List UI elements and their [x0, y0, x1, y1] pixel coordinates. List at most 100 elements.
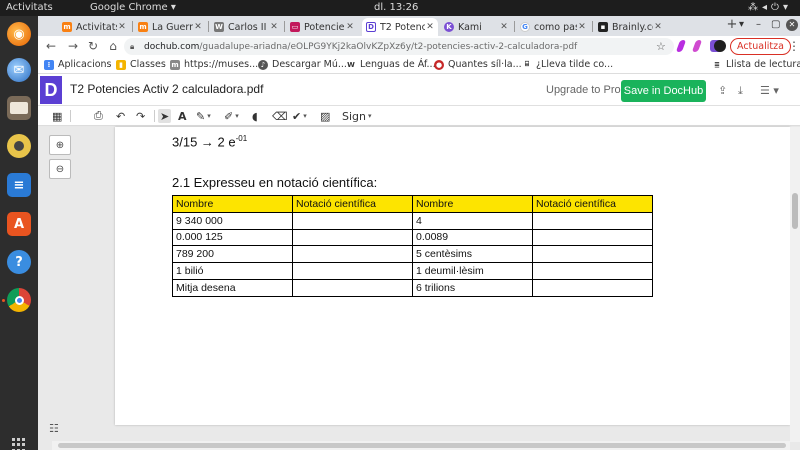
eraser-icon[interactable]: ⌫ [272, 109, 288, 123]
close-icon[interactable]: ✕ [577, 22, 587, 32]
save-in-dochub-button[interactable]: Save in DocHub [621, 80, 706, 102]
files-icon[interactable] [7, 96, 31, 120]
bookmark-item[interactable]: ⌸ ¿Lleva tilde co... [522, 59, 613, 70]
new-tab-button[interactable]: + [725, 18, 739, 32]
checkmark-icon[interactable]: ✔ ▾ [292, 109, 307, 123]
more-menu-icon[interactable]: ⋮ [788, 39, 800, 53]
lock-icon[interactable]: 🔒︎ [130, 42, 140, 52]
pencil-extension-icon[interactable] [691, 40, 703, 52]
tab[interactable]: ▭ Potencies ✕ [286, 18, 358, 36]
bookmark-item[interactable]: ● Quantes síl·la... [434, 59, 522, 70]
pen-extension-icon[interactable] [675, 40, 687, 52]
dochub-header: D T2 Potencies Activ 2 calculadora.pdf U… [38, 74, 800, 106]
tab-separator [284, 21, 285, 32]
tab-search-icon[interactable]: ▾ [739, 19, 744, 30]
bookmark-item[interactable]: m https://muses.... [170, 59, 261, 70]
sign-menu[interactable]: Sign ▾ [342, 109, 372, 123]
document-title[interactable]: T2 Potencies Activ 2 calculadora.pdf [70, 82, 263, 96]
profile-avatar-icon[interactable] [714, 40, 726, 52]
answer-cell[interactable] [292, 211, 413, 230]
highlighter-icon[interactable]: ✎ ▾ [196, 109, 211, 123]
close-icon[interactable]: ✕ [653, 22, 663, 32]
tab[interactable]: ▪ Brainly.co ✕ [594, 18, 666, 36]
apps-grid-icon: ⁞ [44, 59, 54, 70]
bookmark-item[interactable]: ⁞ Aplicacions [44, 59, 112, 70]
home-icon[interactable]: ⌂ [106, 39, 120, 53]
reload-icon[interactable]: ↻ [86, 39, 100, 53]
chat-icon[interactable]: ☷ [49, 422, 59, 435]
share-icon[interactable]: ⇪ [718, 84, 727, 97]
horizontal-scrollbar[interactable] [52, 441, 790, 450]
minimize-icon[interactable]: – [756, 19, 761, 30]
column-header: Notació científica [292, 195, 413, 213]
close-icon[interactable]: ✕ [193, 22, 203, 32]
system-tray[interactable]: ⁂◂⏻▾ [748, 2, 792, 13]
scrollbar-thumb[interactable] [58, 443, 786, 448]
dochub-logo[interactable]: D [40, 76, 62, 104]
upgrade-link[interactable]: Upgrade to Pro [546, 84, 621, 96]
help-icon[interactable]: ? [7, 250, 31, 274]
writer-icon[interactable]: ≡ [7, 173, 31, 197]
maximize-icon[interactable]: ▢ [771, 19, 780, 30]
answer-cell[interactable] [532, 245, 653, 264]
tab[interactable]: G como pas ✕ [516, 18, 590, 36]
bookmark-item[interactable]: ♪ Descargar Mú... [258, 59, 347, 70]
zoom-out-icon[interactable]: ⊖ [49, 159, 71, 179]
answer-cell[interactable] [292, 278, 413, 297]
answer-cell[interactable] [532, 228, 653, 247]
answer-cell[interactable] [532, 278, 653, 297]
clock[interactable]: dl. 13:26 [374, 2, 418, 13]
answer-cell[interactable] [292, 245, 413, 264]
bookmark-item[interactable]: W Lenguas de Áf... [346, 59, 436, 70]
reading-list[interactable]: ≣ Llista de lectura [712, 59, 800, 70]
chrome-icon[interactable] [7, 288, 31, 312]
bookmark-item[interactable]: ▮ Classes [116, 59, 166, 70]
tab-separator [132, 21, 133, 32]
pages-grid-icon[interactable]: ▦ [52, 109, 62, 123]
tab[interactable]: m Activitats ✕ [58, 18, 130, 36]
download-icon[interactable]: ⤓ [738, 84, 743, 98]
software-center-icon[interactable]: A [7, 212, 31, 236]
update-button[interactable]: Actualitza [730, 38, 791, 55]
close-icon[interactable]: ✕ [117, 22, 127, 32]
close-icon[interactable]: ✕ [425, 22, 435, 32]
menu-icon[interactable]: ☰ ▾ [760, 84, 779, 97]
close-icon[interactable]: ✕ [499, 22, 509, 32]
activities-button[interactable]: Activitats [6, 2, 53, 13]
vertical-scrollbar[interactable] [790, 127, 800, 442]
select-cursor-icon[interactable]: ➤ [158, 109, 172, 123]
answer-cell[interactable] [292, 228, 413, 247]
shape-tool-icon[interactable]: ◖ [252, 109, 258, 123]
zoom-in-icon[interactable]: ⊕ [49, 135, 71, 155]
address-bar[interactable]: 🔒︎ dochub.com/guadalupe-ariadna/eOLPG9YK… [124, 38, 674, 55]
redo-icon[interactable]: ↷ [136, 109, 145, 123]
close-window-icon[interactable]: ✕ [786, 19, 798, 31]
tab[interactable]: m La Guerra ✕ [134, 18, 206, 36]
tab-active[interactable]: D T2 Potenc ✕ [362, 18, 438, 36]
rhythmbox-icon[interactable] [7, 134, 31, 158]
bookmark-star-icon[interactable]: ☆ [656, 40, 668, 53]
tab[interactable]: K Kami ✕ [440, 18, 512, 36]
pen-tool-icon[interactable]: ✐ ▾ [224, 109, 239, 123]
firefox-icon[interactable]: ◉ [7, 22, 31, 46]
forward-icon[interactable]: → [66, 39, 80, 53]
back-icon[interactable]: ← [44, 39, 58, 53]
zoom-controls: ⊕ ⊖ [49, 135, 71, 183]
undo-icon[interactable]: ↶ [116, 109, 125, 123]
close-icon[interactable]: ✕ [269, 22, 279, 32]
url-text[interactable]: dochub.com/guadalupe-ariadna/eOLPG9YKj2k… [144, 42, 656, 52]
app-menu[interactable]: Google Chrome ▾ [90, 2, 176, 13]
answer-cell[interactable] [292, 262, 413, 280]
url-path: /guadalupe-ariadna/eOLPG9YKj2kaOlvKZpXz6… [199, 41, 578, 52]
print-icon[interactable]: ⎙ [94, 109, 103, 123]
thunderbird-icon[interactable]: ✉ [7, 58, 31, 82]
close-icon[interactable]: ✕ [345, 22, 355, 32]
show-applications-icon[interactable] [12, 438, 26, 450]
reading-list-label: Llista de lectura [726, 59, 800, 70]
scrollbar-thumb[interactable] [792, 193, 798, 229]
tab[interactable]: W Carlos II d ✕ [210, 18, 282, 36]
image-icon[interactable]: ▨ [320, 109, 330, 123]
answer-cell[interactable] [532, 262, 653, 280]
answer-cell[interactable] [532, 211, 653, 230]
text-tool-icon[interactable]: A [178, 109, 187, 123]
